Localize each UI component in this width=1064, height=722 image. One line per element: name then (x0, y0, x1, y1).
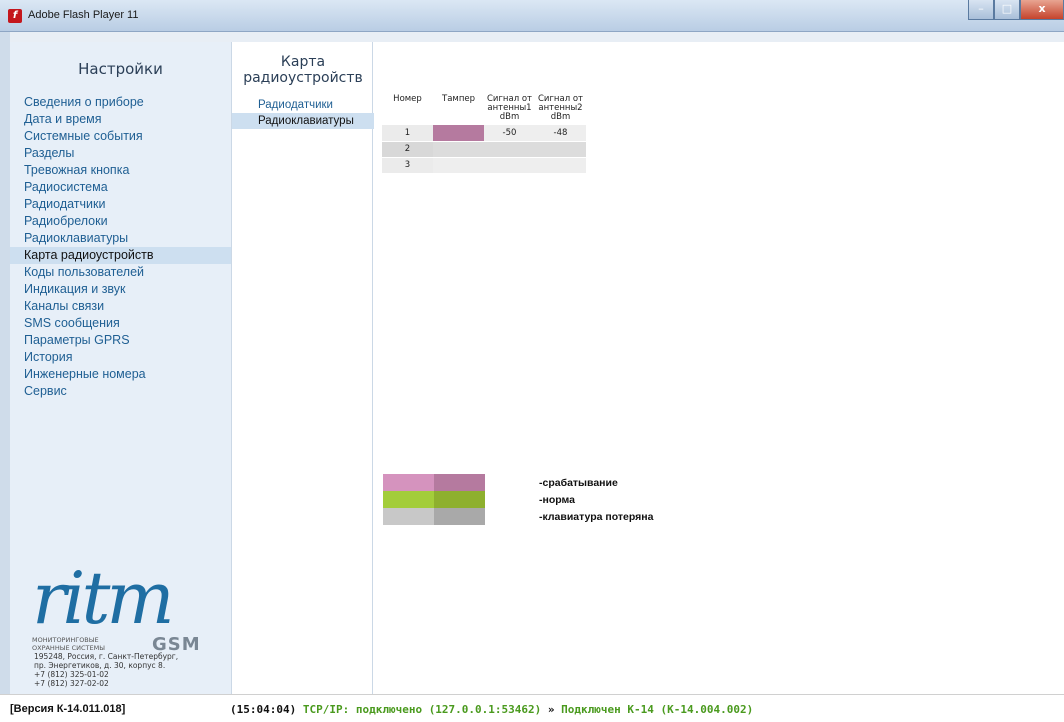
sidebar-item[interactable]: Инженерные номера (10, 366, 231, 383)
antenna2-cell: -48 (535, 125, 586, 142)
status-legend: -срабатывание -норма -клавиатура потеряна (383, 474, 653, 525)
table-header-row: Номер Тампер Сигнал от антенны1 dBm Сигн… (382, 95, 586, 125)
maximize-icon[interactable]: □ (994, 0, 1020, 20)
legend-label: -клавиатура потеряна (539, 510, 654, 523)
sidebar-item[interactable]: Индикация и звук (10, 281, 231, 298)
status-bar: [Версия К-14.011.018] (15:04:04) TCP/IP:… (0, 694, 1064, 722)
subpanel-item[interactable]: Радиодатчики (232, 97, 374, 113)
radio-keyboards-table: Номер Тампер Сигнал от антенны1 dBm Сигн… (382, 95, 586, 174)
tamper-cell (433, 125, 484, 142)
legend-swatch (383, 491, 434, 508)
legend-item: -клавиатура потеряна (383, 508, 653, 525)
title-bar: f Adobe Flash Player 11 – □ x (0, 0, 1064, 32)
logo-subtitle: МОНИТОРИНГОВЫЕ ОХРАННЫЕ СИСТЕМЫ (32, 636, 105, 652)
window-controls: – □ x (968, 0, 1064, 20)
tamper-cell (433, 157, 484, 174)
sidebar-item[interactable]: Коды пользователей (10, 264, 231, 281)
antenna1-cell (484, 141, 535, 158)
status-device: Подключен К-14 (К-14.004.002) (561, 703, 754, 716)
minimize-icon[interactable]: – (968, 0, 994, 20)
antenna1-cell (484, 157, 535, 174)
legend-swatch (383, 508, 434, 525)
column-header-number: Номер (393, 94, 422, 104)
column-header-tamper: Тампер (442, 94, 475, 104)
logo-subtitle-line2: ОХРАННЫЕ СИСТЕМЫ (32, 644, 105, 652)
close-icon[interactable]: x (1020, 0, 1064, 20)
radio-map-panel: Карта радиоустройств Радиодатчики Радиокл… (231, 42, 374, 694)
connection-status: (15:04:04) TCP/IP: подключено (127.0.0.1… (230, 703, 753, 716)
sidebar-item[interactable]: Системные события (10, 128, 231, 145)
sidebar-item[interactable]: Сведения о приборе (10, 94, 231, 111)
status-separator: » (547, 703, 555, 716)
antenna1-cell: -50 (484, 125, 535, 142)
logo-word: ritm (32, 556, 175, 640)
flash-icon: f (8, 9, 22, 23)
sidebar-item[interactable]: Карта радиоустройств (10, 247, 231, 264)
sidebar-item[interactable]: Тревожная кнопка (10, 162, 231, 179)
sidebar-item[interactable]: Дата и время (10, 111, 231, 128)
status-time: (15:04:04) (230, 703, 297, 716)
status-tcp: TCP/IP: подключено (127.0.0.1:53462) (302, 703, 542, 716)
settings-sidebar: Настройки Сведения о приборе Дата и время… (10, 42, 231, 694)
logo-subtitle-line1: МОНИТОРИНГОВЫЕ (32, 636, 99, 644)
window-frame (0, 32, 10, 722)
sidebar-item[interactable]: Радиоклавиатуры (10, 230, 231, 247)
company-address: 195248, Россия, г. Санкт-Петербург, пр. … (34, 652, 179, 688)
sidebar-item[interactable]: История (10, 349, 231, 366)
table-row: 1 -50 -48 (382, 125, 586, 142)
antenna2-cell (535, 141, 586, 158)
legend-label: -норма (539, 493, 575, 506)
sidebar-item[interactable]: Параметры GPRS (10, 332, 231, 349)
legend-swatch (383, 474, 434, 491)
antenna2-cell (535, 157, 586, 174)
sidebar-item[interactable]: Радиобрелоки (10, 213, 231, 230)
legend-swatch (434, 508, 485, 525)
tamper-cell (433, 141, 484, 158)
table-row: 3 (382, 157, 586, 174)
legend-swatch (434, 491, 485, 508)
row-number-cell: 2 (382, 141, 433, 158)
row-number-cell: 1 (382, 125, 433, 142)
row-number-cell: 3 (382, 157, 433, 174)
sidebar-item[interactable]: Радиосистема (10, 179, 231, 196)
sidebar-item[interactable]: Радиодатчики (10, 196, 231, 213)
version-label: [Версия К-14.011.018] (10, 703, 126, 715)
sidebar-item[interactable]: Сервис (10, 383, 231, 400)
legend-item: -срабатывание (383, 474, 653, 491)
subpanel-heading: Карта радиоустройств (243, 54, 363, 86)
sidebar-nav: Сведения о приборе Дата и время Системные … (10, 94, 231, 400)
column-header-antenna1: Сигнал от антенны1 dBm (487, 94, 532, 122)
column-header-antenna2: Сигнал от антенны2 dBm (538, 94, 583, 122)
legend-swatch (434, 474, 485, 491)
ritm-logo: ritm МОНИТОРИНГОВЫЕ ОХРАННЫЕ СИСТЕМЫ GSM (32, 556, 232, 655)
sidebar-item[interactable]: SMS сообщения (10, 315, 231, 332)
subpanel-item[interactable]: Радиоклавиатуры (232, 113, 374, 129)
table-row: 2 (382, 141, 586, 158)
legend-label: -срабатывание (539, 476, 618, 489)
window-title: Adobe Flash Player 11 (28, 9, 139, 21)
sidebar-item[interactable]: Каналы связи (10, 298, 231, 315)
legend-item: -норма (383, 491, 653, 508)
sidebar-item[interactable]: Разделы (10, 145, 231, 162)
sidebar-heading: Настройки (78, 60, 163, 78)
subpanel-nav: Радиодатчики Радиоклавиатуры (232, 97, 374, 129)
